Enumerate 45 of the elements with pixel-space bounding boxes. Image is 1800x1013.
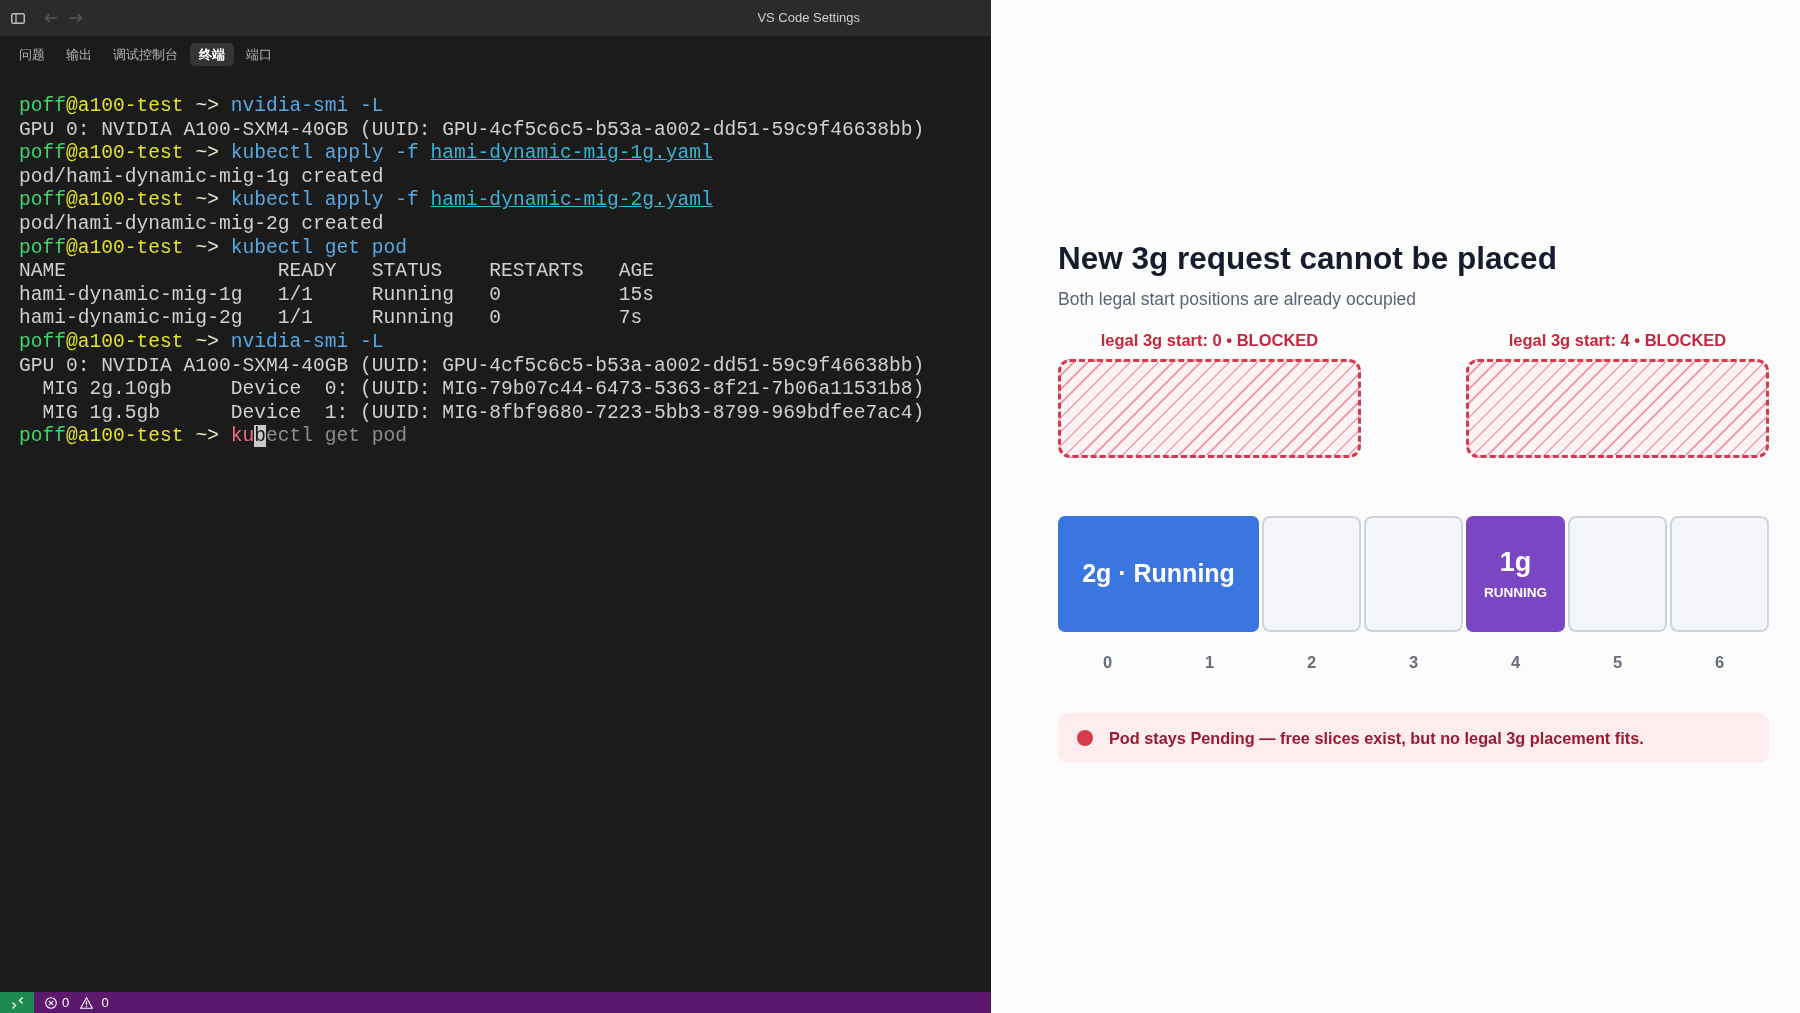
panel-tab[interactable]: 终端 bbox=[190, 42, 234, 66]
pod-size-label: 1g bbox=[1499, 547, 1532, 577]
panel-tab[interactable]: 输出 bbox=[57, 42, 101, 66]
terminal-line: GPU 0: NVIDIA A100-SXM4-40GB (UUID: GPU-4cf5c6c5-b53a-a002-dd51-59c9f46638bb) bbox=[19, 354, 925, 379]
diagram-subtitle: Both legal start positions are already occupied bbox=[1058, 288, 1417, 311]
terminal-line: poff@a100-test ~> kubectl get pod bbox=[19, 236, 408, 261]
terminal-line: GPU 0: NVIDIA A100-SXM4-40GB (UUID: GPU-4cf5c6c5-b53a-a002-dd51-59c9f46638bb) bbox=[19, 118, 925, 143]
terminal-line: poff@a100-test ~> nvidia-smi -L bbox=[19, 330, 384, 355]
terminal-line: hami-dynamic-mig-1g 1/1 Running 0 15s bbox=[19, 283, 654, 308]
terminal-line: MIG 1g.5gb Device 1: (UUID: MIG-8fbf9680-7223-5bb3-8799-969bdfee7ac4) bbox=[41, 401, 925, 426]
file-link[interactable]: hami-dynamic-mig-2g.yaml bbox=[430, 189, 713, 212]
terminal-line: NAME READY STATUS RESTARTS AGE bbox=[19, 260, 654, 284]
problems-button[interactable]: 0 0 bbox=[34, 992, 109, 1013]
terminal-line: poff@a100-test ~> kubectl apply -f hami-dynamic-mig-1g.yaml bbox=[19, 142, 713, 166]
terminal-line: poff@a100-test ~> nvidia-smi -L bbox=[19, 95, 384, 119]
pod-block: 2g · Running bbox=[1058, 516, 1259, 632]
error-icon bbox=[45, 996, 57, 1009]
slot-index: 5 bbox=[1611, 652, 1624, 672]
panel-tab[interactable]: 端口 bbox=[237, 42, 281, 66]
diagram-title: New 3g request cannot be placed bbox=[1058, 239, 1558, 277]
slot-index: 2 bbox=[1305, 652, 1318, 672]
slot-index: 3 bbox=[1407, 652, 1420, 672]
slot-index: 4 bbox=[1509, 652, 1522, 672]
placement-label: legal 3g start: 0 • BLOCKED bbox=[1099, 330, 1320, 350]
terminal-line: MIG 2g.10gb Device 0: (UUID: MIG-79b07c44-6473-5363-8f21-7b06a11531b8) bbox=[41, 378, 925, 402]
slot-index: 0 bbox=[1101, 652, 1114, 672]
panel-tab[interactable]: 问题 bbox=[10, 42, 54, 66]
sidebar-toggle-icon[interactable] bbox=[11, 12, 25, 24]
window-title: VS Code Settings bbox=[757, 9, 860, 28]
terminal-line: poff@a100-test ~> kubectl get pod bbox=[19, 425, 408, 449]
terminal-line: hami-dynamic-mig-2g 1/1 Running 0 7s bbox=[19, 307, 643, 331]
terminal-line: pod/hami-dynamic-mig-1g created bbox=[19, 165, 384, 190]
terminal-line: pod/hami-dynamic-mig-2g created bbox=[19, 212, 384, 237]
status-dot-icon bbox=[1077, 730, 1093, 746]
pod-status-label: RUNNING bbox=[1484, 585, 1547, 601]
warning-icon bbox=[79, 996, 93, 1009]
panel-tab[interactable]: 调试控制台 bbox=[104, 42, 187, 66]
terminal-line: poff@a100-test ~> kubectl apply -f hami-dynamic-mig-2g.yaml bbox=[19, 189, 713, 213]
slot-index: 1 bbox=[1203, 652, 1216, 672]
file-link[interactable]: hami-dynamic-mig-1g.yaml bbox=[430, 142, 713, 165]
remote-button[interactable] bbox=[0, 992, 34, 1013]
alert-text: Pod stays Pending — free slices exist, but no legal 3g placement fits. bbox=[1109, 727, 1644, 749]
placement-label: legal 3g start: 4 • BLOCKED bbox=[1507, 330, 1728, 350]
slot-index: 6 bbox=[1713, 652, 1726, 672]
remote-icon bbox=[10, 996, 24, 1009]
